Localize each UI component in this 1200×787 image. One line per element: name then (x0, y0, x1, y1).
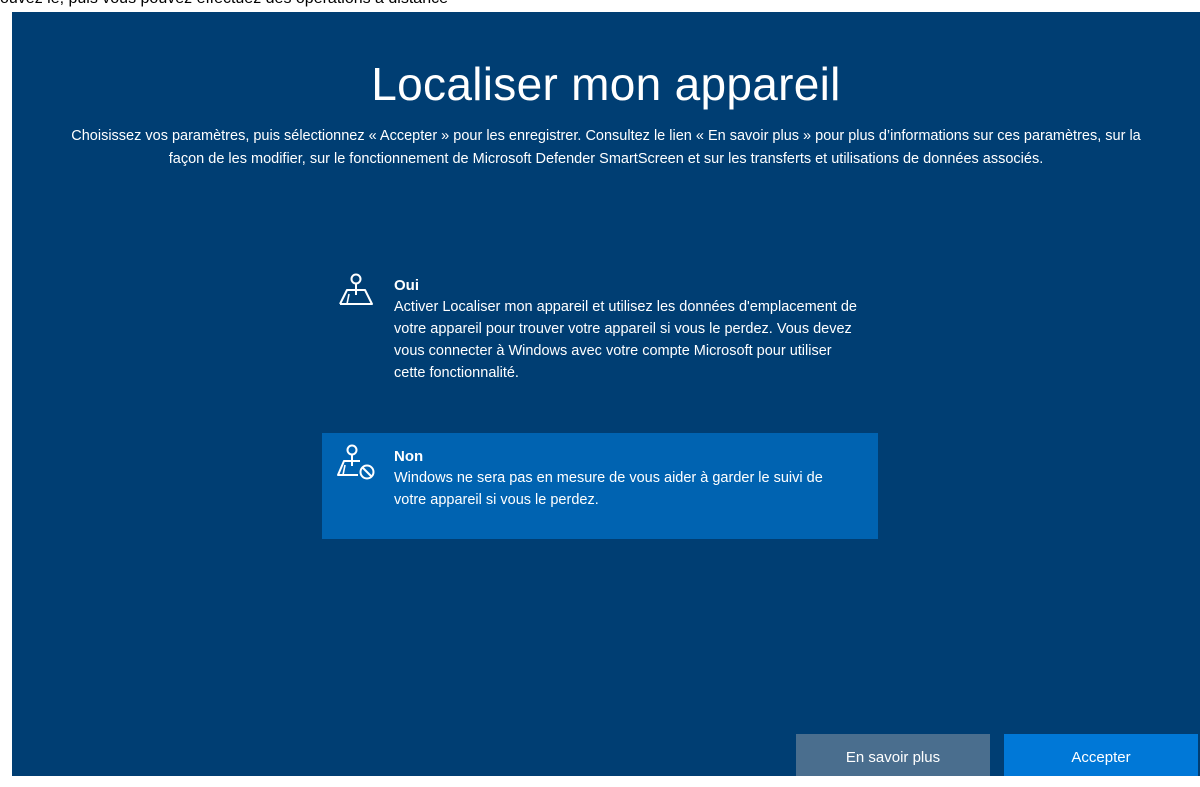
accept-button[interactable]: Accepter (1004, 734, 1198, 780)
option-non[interactable]: Non Windows ne sera pas en mesure de vou… (322, 433, 878, 539)
option-non-description: Windows ne sera pas en mesure de vous ai… (394, 470, 823, 508)
option-oui-description: Activer Localiser mon appareil et utilis… (394, 299, 857, 381)
oobe-window: Localiser mon appareil Choisissez vos pa… (12, 12, 1200, 780)
option-oui[interactable]: Oui Activer Localiser mon appareil et ut… (322, 262, 878, 398)
page-title: Localiser mon appareil (371, 58, 841, 110)
option-non-title: Non (394, 448, 424, 465)
map-pin-icon (339, 273, 373, 305)
learn-more-button[interactable]: En savoir plus (796, 734, 990, 780)
top-cropped-caption: ouvez le, puis vous pouvez effectuez des… (0, 0, 1200, 12)
page-description: Choisissez vos paramètres, puis sélectio… (71, 128, 1141, 167)
map-pin-blocked-icon (337, 444, 375, 480)
bottom-border (0, 776, 1200, 787)
top-cropped-caption-text: ouvez le, puis vous pouvez effectuez des… (0, 0, 448, 8)
option-oui-title: Oui (394, 277, 419, 294)
